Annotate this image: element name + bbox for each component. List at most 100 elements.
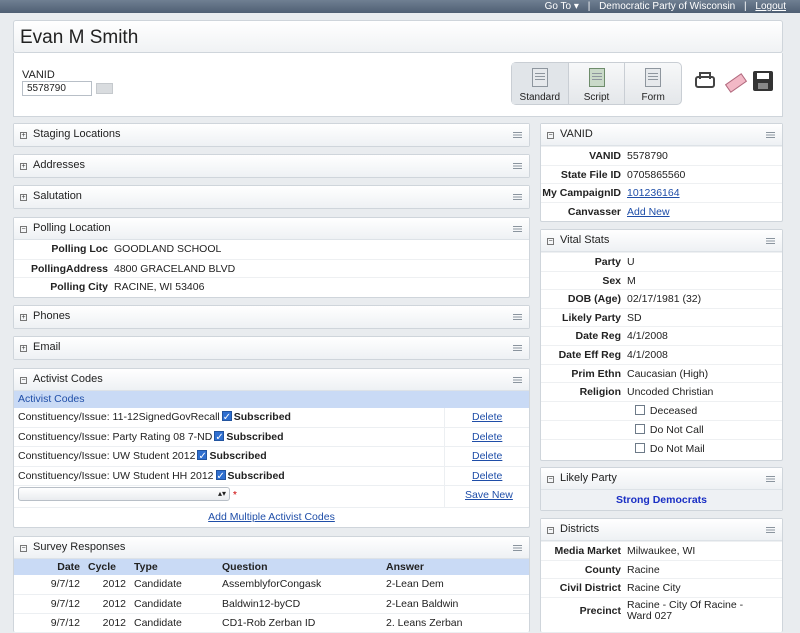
field-value: 5578790 (627, 150, 668, 162)
activist-code-row: Constituency/Issue: UW Student HH 2012 Su… (14, 466, 529, 486)
status-text: Subscribed (226, 430, 284, 443)
panel-header[interactable]: − Districts (541, 519, 782, 541)
column-header[interactable]: Question (218, 559, 382, 575)
vanid-panel: − VANID VANID 5578790 State File ID 0705865… (540, 123, 783, 222)
campaign-id-link[interactable]: 101236164 (627, 184, 680, 202)
print-icon[interactable] (695, 72, 715, 88)
goto-menu[interactable]: Go To ▾ (545, 1, 579, 12)
panel-menu-icon[interactable] (513, 194, 522, 200)
org-name[interactable]: Democratic Party of Wisconsin (599, 1, 735, 12)
panel-header[interactable]: + Salutation (14, 186, 529, 208)
new-activist-code-row: ▴▾ * Save New (14, 486, 529, 508)
delete-link[interactable]: Delete (472, 428, 502, 447)
deceased-option: Deceased (541, 400, 782, 420)
subscribed-checkbox[interactable] (197, 447, 208, 466)
panel-menu-icon[interactable] (513, 163, 522, 169)
add-multiple-activist-codes-link[interactable]: Add Multiple Activist Codes (208, 511, 335, 523)
column-header[interactable]: Cycle (84, 559, 130, 575)
email-panel: + Email (13, 336, 530, 360)
field-label: Likely Party (562, 311, 621, 324)
panel-header[interactable]: − Activist Codes (14, 369, 529, 391)
field-label: Precinct (579, 604, 621, 617)
standard-mode-button[interactable]: Standard (512, 63, 569, 104)
field-label: My CampaignID (542, 187, 621, 200)
panel-header[interactable]: + Phones (14, 306, 529, 328)
collapse-icon[interactable]: − (547, 527, 554, 534)
answer-cell: 2. Leans Zerban (382, 613, 529, 633)
panel-menu-icon[interactable] (513, 132, 522, 138)
field-value: 4800 GRACELAND BLVD (114, 262, 236, 275)
panel-menu-icon[interactable] (766, 476, 775, 482)
panel-header[interactable]: − Vital Stats (541, 230, 782, 252)
eraser-icon[interactable] (724, 71, 744, 91)
panel-menu-icon[interactable] (513, 314, 522, 320)
add-canvasser-link[interactable]: Add New (627, 203, 670, 221)
form-mode-button[interactable]: Form (625, 63, 681, 104)
panel-header[interactable]: − Polling Location (14, 218, 529, 240)
field-label: Date Reg (575, 330, 621, 343)
vanid-go-button[interactable] (96, 83, 113, 94)
logout-link[interactable]: Logout (755, 1, 786, 12)
expand-icon[interactable]: + (20, 314, 27, 321)
panel-header[interactable]: − VANID (541, 124, 782, 146)
answer-cell: 2-Lean Baldwin (382, 594, 529, 614)
panel-header[interactable]: + Staging Locations (14, 124, 529, 146)
do-not-mail-option: Do Not Mail (541, 438, 782, 458)
subscribed-checkbox[interactable] (215, 467, 226, 486)
field-label: Polling Loc (51, 243, 108, 255)
panel-menu-icon[interactable] (513, 545, 522, 551)
delete-link[interactable]: Delete (472, 467, 502, 486)
do-not-call-checkbox[interactable] (635, 423, 645, 434)
field-value: M (627, 274, 636, 287)
separator: | (744, 1, 747, 12)
collapse-icon[interactable]: − (547, 132, 554, 139)
expand-icon[interactable]: + (20, 163, 27, 170)
script-mode-button[interactable]: Script (569, 63, 626, 104)
separator: | (587, 1, 591, 12)
panel-menu-icon[interactable] (766, 527, 775, 533)
collapse-icon[interactable]: − (20, 545, 27, 552)
status-text: Subscribed (209, 450, 267, 462)
vanid-input[interactable]: 5578790 (22, 81, 92, 96)
addresses-panel: + Addresses (13, 154, 530, 178)
expand-icon[interactable]: + (20, 345, 27, 352)
page-title: Evan M Smith (20, 27, 139, 48)
status-text: Subscribed (227, 469, 285, 482)
panel-title: Activist Codes (33, 373, 103, 385)
expand-icon[interactable]: + (20, 132, 27, 139)
deceased-checkbox[interactable] (635, 404, 645, 415)
delete-link[interactable]: Delete (472, 408, 502, 427)
subscribed-checkbox[interactable] (214, 428, 225, 447)
column-header[interactable]: Answer (382, 559, 529, 575)
panel-menu-icon[interactable] (513, 377, 522, 383)
date-cell: 9/7/12 (14, 613, 84, 633)
state-file-id-row: State File ID 0705865560 (541, 164, 782, 184)
activist-codes-subheader: Activist Codes (14, 391, 529, 408)
expand-icon[interactable]: + (20, 194, 27, 201)
collapse-icon[interactable]: − (547, 238, 554, 245)
panel-header[interactable]: + Addresses (14, 155, 529, 177)
delete-link[interactable]: Delete (472, 447, 502, 466)
subscribed-checkbox[interactable] (221, 408, 232, 427)
field-value: Racine - City Of Racine - Ward 027 (627, 599, 744, 623)
collapse-icon[interactable]: − (20, 377, 27, 384)
panel-title: Survey Responses (33, 541, 126, 553)
activist-code-label: Constituency/Issue: Party Rating 08 7-ND (18, 430, 213, 443)
activist-code-select[interactable]: ▴▾ (18, 487, 230, 501)
panel-menu-icon[interactable] (513, 345, 522, 351)
panel-menu-icon[interactable] (766, 238, 775, 244)
polling-address-row: PollingAddress 4800 GRACELAND BLVD (14, 258, 529, 278)
save-new-link[interactable]: Save New (465, 486, 513, 505)
collapse-icon[interactable]: − (20, 226, 27, 233)
save-icon[interactable] (753, 71, 773, 91)
panel-header[interactable]: + Email (14, 337, 529, 359)
do-not-mail-checkbox[interactable] (635, 442, 645, 453)
column-header[interactable]: Date (14, 559, 84, 575)
column-header[interactable]: Type (130, 559, 218, 575)
panel-header[interactable]: − Survey Responses (14, 537, 529, 559)
panel-menu-icon[interactable] (766, 132, 775, 138)
select-arrows-icon: ▴▾ (217, 489, 226, 498)
panel-menu-icon[interactable] (513, 226, 522, 232)
panel-header[interactable]: − Likely Party (541, 468, 782, 490)
collapse-icon[interactable]: − (547, 476, 554, 483)
